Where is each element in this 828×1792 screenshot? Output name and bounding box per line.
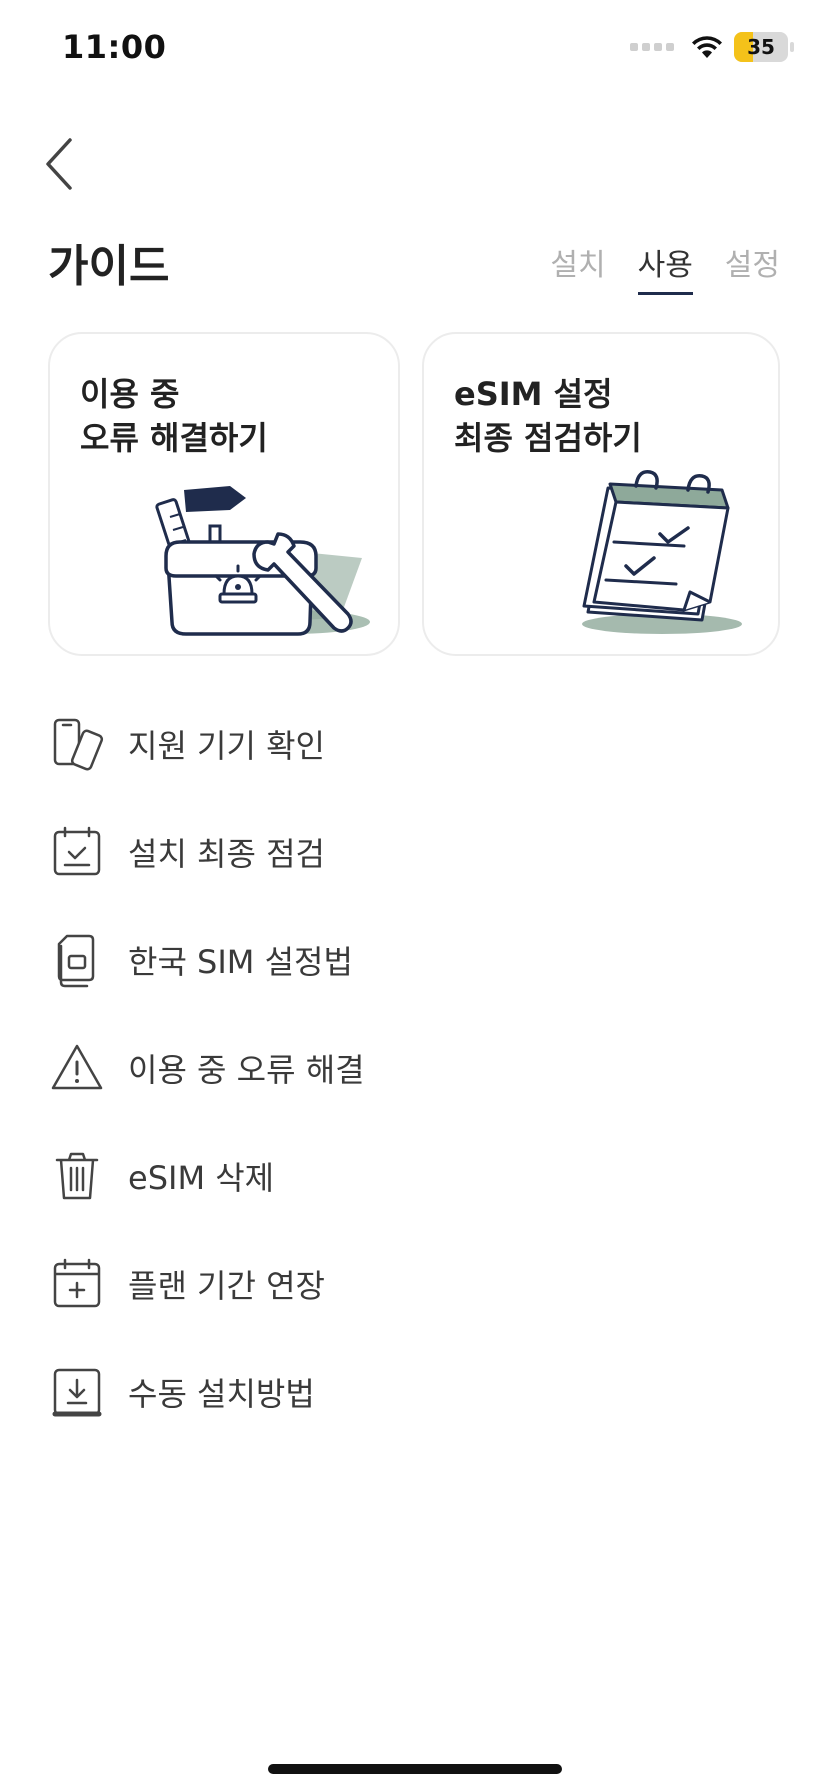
menu-item-label: eSIM 삭제 bbox=[128, 1159, 275, 1197]
cellular-signal-icon bbox=[630, 43, 674, 51]
card-title-line2: 오류 해결하기 bbox=[80, 419, 268, 457]
warning-icon bbox=[48, 1039, 106, 1097]
status-indicators: 35 bbox=[630, 32, 794, 62]
menu-item-label: 지원 기기 확인 bbox=[128, 727, 325, 765]
checklist-calendar-illustration bbox=[582, 470, 742, 634]
menu-item-korea-sim-setup[interactable]: 한국 SIM 설정법 bbox=[48, 906, 788, 1014]
page-title: 가이드 bbox=[48, 241, 170, 292]
card-esim-check[interactable]: eSIM 설정 최종 점검하기 bbox=[422, 332, 780, 656]
status-bar: 11:00 35 bbox=[0, 0, 828, 100]
card-title: eSIM 설정 최종 점검하기 bbox=[454, 372, 642, 460]
toolbox-illustration bbox=[155, 486, 370, 636]
card-title-line1: 이용 중 bbox=[80, 375, 180, 413]
battery-icon: 35 bbox=[734, 32, 788, 62]
card-title-line1: eSIM 설정 bbox=[454, 375, 613, 413]
tab-usage[interactable]: 사용 bbox=[637, 240, 693, 295]
menu-item-label: 이용 중 오류 해결 bbox=[128, 1051, 365, 1089]
trash-icon bbox=[48, 1147, 106, 1205]
calendar-check-icon bbox=[48, 823, 106, 881]
battery-cap bbox=[790, 42, 794, 52]
wifi-icon bbox=[692, 36, 722, 58]
menu-item-install-final-check[interactable]: 설치 최종 점검 bbox=[48, 798, 788, 906]
menu-item-manual-install[interactable]: 수동 설치방법 bbox=[48, 1338, 788, 1446]
menu-item-label: 설치 최종 점검 bbox=[128, 835, 325, 873]
tab-settings[interactable]: 설정 bbox=[725, 240, 780, 295]
menu-item-supported-devices[interactable]: 지원 기기 확인 bbox=[48, 690, 788, 798]
sim-card-icon bbox=[48, 931, 106, 989]
menu-item-label: 수동 설치방법 bbox=[128, 1375, 315, 1413]
chevron-left-icon bbox=[46, 138, 72, 190]
menu-item-delete-esim[interactable]: eSIM 삭제 bbox=[48, 1122, 788, 1230]
menu-item-usage-error[interactable]: 이용 중 오류 해결 bbox=[48, 1014, 788, 1122]
battery-percent: 35 bbox=[747, 35, 775, 59]
status-time: 11:00 bbox=[62, 28, 167, 66]
back-button[interactable] bbox=[36, 132, 90, 192]
menu-item-label: 플랜 기간 연장 bbox=[128, 1267, 325, 1305]
menu-item-extend-plan[interactable]: 플랜 기간 연장 bbox=[48, 1230, 788, 1338]
tab-install[interactable]: 설치 bbox=[550, 240, 605, 295]
card-title-line2: 최종 점검하기 bbox=[454, 419, 642, 457]
guide-tabs: 설치 사용 설정 bbox=[550, 240, 780, 295]
card-troubleshoot[interactable]: 이용 중 오류 해결하기 bbox=[48, 332, 400, 656]
devices-icon bbox=[48, 715, 106, 773]
download-icon bbox=[48, 1363, 106, 1421]
calendar-plus-icon bbox=[48, 1255, 106, 1313]
menu-item-label: 한국 SIM 설정법 bbox=[128, 943, 353, 981]
home-indicator[interactable] bbox=[268, 1764, 562, 1774]
card-title: 이용 중 오류 해결하기 bbox=[80, 372, 268, 460]
guide-menu-list: 지원 기기 확인 설치 최종 점검 한국 SIM 설정법 이용 중 오류 해결 … bbox=[48, 690, 788, 1446]
